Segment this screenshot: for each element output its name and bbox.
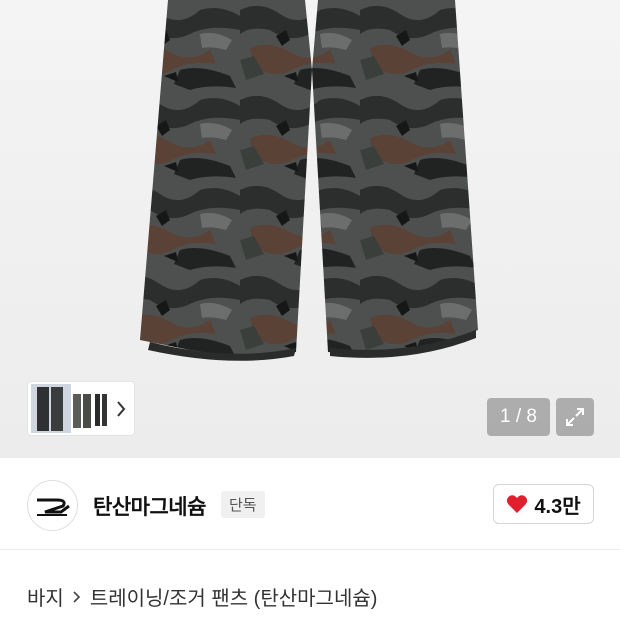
brand-logo-icon — [36, 498, 70, 516]
thumbnail-image[interactable] — [31, 384, 109, 433]
chevron-right-icon[interactable] — [114, 398, 128, 420]
image-counter: 1 / 8 — [487, 398, 550, 436]
brand-logo[interactable] — [27, 480, 78, 531]
breadcrumb-item-subcategory[interactable]: 트레이닝/조거 팬츠 (탄산마그네슘) — [90, 582, 378, 611]
like-button[interactable]: 4.3만 — [493, 484, 594, 524]
breadcrumb: 바지 트레이닝/조거 팬츠 (탄산마그네슘) — [27, 582, 377, 611]
heart-icon — [507, 495, 528, 513]
thumbnail-strip[interactable] — [27, 381, 135, 436]
breadcrumb-item-category[interactable]: 바지 — [27, 582, 64, 611]
expand-icon — [566, 408, 584, 426]
brand-row: 탄산마그네슘 단독 4.3만 — [0, 458, 620, 550]
product-gallery[interactable]: 1 / 8 — [0, 0, 620, 458]
chevron-right-icon — [73, 590, 80, 603]
exclusive-badge: 단독 — [221, 491, 265, 518]
expand-button[interactable] — [556, 398, 594, 436]
like-count: 4.3만 — [534, 495, 581, 518]
brand-name[interactable]: 탄산마그네슘 — [93, 491, 206, 521]
